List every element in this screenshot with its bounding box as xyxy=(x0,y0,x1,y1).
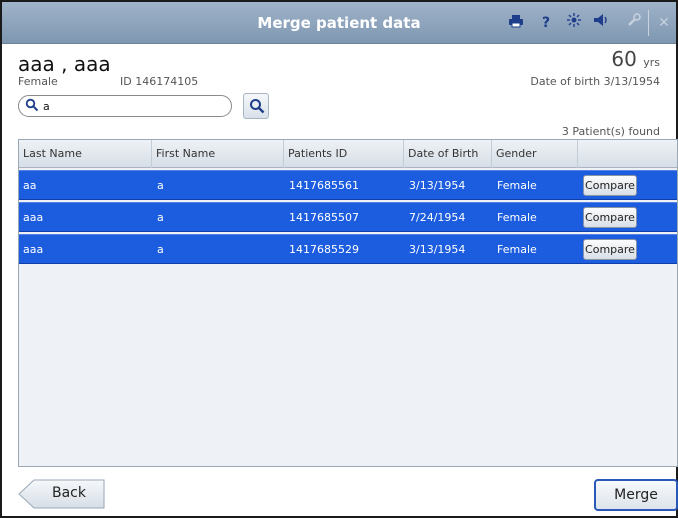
back-label: Back xyxy=(52,485,86,501)
cell-last-name: aaa xyxy=(23,243,44,256)
help-icon[interactable]: ? xyxy=(536,13,556,33)
merge-button[interactable]: Merge xyxy=(594,479,678,511)
cell-dob: 7/24/1954 xyxy=(409,211,466,224)
cell-first-name: a xyxy=(157,211,164,224)
patient-sex: Female xyxy=(18,75,58,88)
table-header: Last Name First Name Patients ID Date of… xyxy=(19,140,677,168)
column-header-last-name[interactable]: Last Name xyxy=(19,140,151,168)
search-button[interactable] xyxy=(243,93,269,119)
merge-window: Merge patient data ? ✕ aaa , aaa Female … xyxy=(0,0,678,518)
results-count: 3 Patient(s) found xyxy=(561,125,660,138)
close-icon[interactable]: ✕ xyxy=(654,13,674,33)
cell-patient-id: 1417685561 xyxy=(289,179,359,192)
patient-age-unit: yrs xyxy=(643,56,660,69)
patient-name: aaa , aaa xyxy=(18,52,111,76)
cell-patient-id: 1417685507 xyxy=(289,211,359,224)
compare-button[interactable]: Compare xyxy=(583,207,637,228)
volume-icon[interactable] xyxy=(592,13,612,33)
cell-gender: Female xyxy=(497,243,537,256)
column-header-date-of-birth[interactable]: Date of Birth xyxy=(403,140,491,168)
patient-id: ID 146174105 xyxy=(120,75,199,88)
column-header-gender[interactable]: Gender xyxy=(491,140,577,168)
back-button[interactable]: Back xyxy=(18,479,106,509)
brightness-icon[interactable] xyxy=(564,13,584,33)
table-row[interactable]: aaa a 1417685507 7/24/1954 Female Compar… xyxy=(19,202,677,232)
compare-button[interactable]: Compare xyxy=(583,239,637,260)
search-icon xyxy=(25,98,39,112)
patient-age: 60 yrs xyxy=(611,47,660,71)
patient-dob: Date of birth 3/13/1954 xyxy=(530,75,660,88)
cell-first-name: a xyxy=(157,179,164,192)
cell-last-name: aa xyxy=(23,179,37,192)
title-bar: Merge patient data ? ✕ xyxy=(2,2,676,44)
toolbar-separator xyxy=(648,10,649,36)
compare-button[interactable]: Compare xyxy=(583,175,637,196)
cell-dob: 3/13/1954 xyxy=(409,179,466,192)
patient-age-value: 60 xyxy=(611,47,637,71)
table-row[interactable]: aa a 1417685561 3/13/1954 Female Compare xyxy=(19,170,677,200)
cell-last-name: aaa xyxy=(23,211,44,224)
cell-first-name: a xyxy=(157,243,164,256)
cell-patient-id: 1417685529 xyxy=(289,243,359,256)
search-input[interactable] xyxy=(43,98,223,114)
column-header-actions xyxy=(577,140,677,168)
search-icon xyxy=(250,99,265,114)
printer-icon[interactable] xyxy=(506,13,526,33)
cell-gender: Female xyxy=(497,211,537,224)
column-header-patients-id[interactable]: Patients ID xyxy=(283,140,403,168)
table-row[interactable]: aaa a 1417685529 3/13/1954 Female Compar… xyxy=(19,234,677,264)
wrench-icon xyxy=(624,13,644,33)
cell-gender: Female xyxy=(497,179,537,192)
patients-table: Last Name First Name Patients ID Date of… xyxy=(18,139,678,467)
cell-dob: 3/13/1954 xyxy=(409,243,466,256)
search-box[interactable] xyxy=(18,95,232,117)
column-header-first-name[interactable]: First Name xyxy=(151,140,283,168)
